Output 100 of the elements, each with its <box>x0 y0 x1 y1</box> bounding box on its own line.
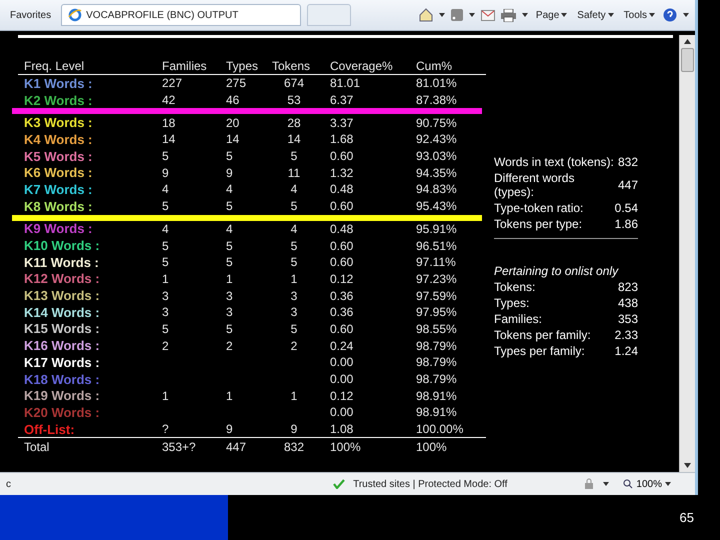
table-cell-text: 18 <box>162 116 176 130</box>
table-cell-text: 4 <box>162 222 170 236</box>
zoom-button[interactable]: 100% <box>617 478 677 490</box>
column-header: Tokens <box>272 59 312 73</box>
table-cell-text: 1 <box>162 388 170 403</box>
stat-value: 1.24 <box>614 344 638 358</box>
table-cell-text: 93.03% <box>416 149 458 164</box>
table-cell-text: 94.83% <box>416 182 458 196</box>
table-cell-text: 9 <box>162 166 170 180</box>
caret-icon <box>665 482 671 486</box>
magnifier-icon <box>623 479 634 489</box>
table-cell-text: 2 <box>290 338 298 353</box>
favorites-label[interactable]: Favorites <box>6 10 56 20</box>
stat-label: Tokens: <box>494 280 536 294</box>
table-cell-text: 3 <box>226 288 234 303</box>
table-cell-text: 95.43% <box>416 199 458 214</box>
home-icon[interactable] <box>418 8 433 22</box>
table-cell-text: 6.37 <box>330 93 354 108</box>
table-cell-text: 53 <box>286 93 302 108</box>
mail-icon[interactable] <box>480 10 495 20</box>
table-cell-text: 14 <box>226 132 240 146</box>
table-cell-text: 0.12 <box>330 272 354 286</box>
table-cell-text: 0.36 <box>330 288 354 303</box>
frequency-level-label: K1 Words : <box>24 76 94 91</box>
frequency-level-label: K14 Words : <box>24 304 101 320</box>
print-icon[interactable] <box>500 8 516 22</box>
table-cell-text: 5 <box>290 238 298 253</box>
table-cell-text: 1 <box>290 388 298 403</box>
table-cell-text: 3 <box>290 305 298 320</box>
stat-label: Types per family: <box>494 344 585 358</box>
table-cell-text: 81.01% <box>416 76 458 90</box>
frequency-level-label: K2 Words : <box>24 92 94 108</box>
caret-icon <box>468 13 475 17</box>
column-header: Cum% <box>416 59 454 73</box>
table-cell-text: 1 <box>226 388 234 403</box>
table-cell-text: 447 <box>226 440 248 454</box>
table-cell-text: 98.79% <box>416 372 458 386</box>
browser-tab[interactable]: VOCABPROFILE (BNC) OUTPUT <box>61 4 302 26</box>
caret-icon <box>603 482 610 486</box>
stat-label: Type-token ratio: <box>494 201 584 215</box>
table-cell-text: 100% <box>416 440 448 454</box>
table-cell-text: 3.37 <box>330 116 354 130</box>
frequency-level-label: K13 Words : <box>24 288 101 304</box>
caret-icon <box>561 13 568 17</box>
check-icon <box>333 479 346 489</box>
frequency-level-label: K5 Words : <box>24 148 94 164</box>
toolbar-menu[interactable]: Safety <box>575 10 616 20</box>
frequency-level-label: K7 Words : <box>24 182 94 197</box>
frequency-level-label: K18 Words : <box>24 372 101 387</box>
table-cell-text: 11 <box>286 166 302 180</box>
table-cell-text: 674 <box>282 76 306 90</box>
table-cell-text: 0.24 <box>330 338 354 353</box>
table-cell-text: 0.12 <box>330 388 354 403</box>
table-cell-text: 0.48 <box>330 222 354 236</box>
slide-number: 65 <box>680 510 694 525</box>
table-cell-text: 5 <box>226 238 234 253</box>
table-cell-text: 100.00% <box>416 422 464 436</box>
scroll-up-icon[interactable] <box>684 39 691 44</box>
lock-icon[interactable] <box>583 478 596 490</box>
table-cell-text: 0.36 <box>330 305 354 320</box>
scroll-down-icon[interactable] <box>684 463 691 468</box>
table-cell-text: 4 <box>226 182 234 196</box>
status-text: c <box>6 478 11 490</box>
browser-logo-icon <box>68 8 82 22</box>
onlist-heading: Pertaining to onlist only <box>494 263 620 279</box>
table-cell-text: 3 <box>226 305 234 320</box>
toolbar-menu[interactable]: Page <box>534 10 570 20</box>
help-icon[interactable] <box>663 8 677 22</box>
scroll-thumb[interactable] <box>681 48 694 72</box>
toolbar-menu[interactable]: Tools <box>622 10 657 20</box>
table-cell-text: 0.60 <box>330 149 354 164</box>
table-cell-text: 4 <box>290 182 298 196</box>
table-cell-text: 2 <box>226 338 234 353</box>
frequency-level-label: K4 Words : <box>24 132 94 147</box>
table-cell-text: 275 <box>226 76 248 90</box>
stat-value: 0.54 <box>614 201 638 215</box>
table-cell-text: 4 <box>290 222 298 236</box>
scrollbar[interactable] <box>679 35 695 472</box>
table-cell-text: 1 <box>162 272 170 286</box>
table-cell-text: 1 <box>226 272 234 286</box>
table-cell-text: 4 <box>162 182 170 196</box>
frequency-level-label: K15 Words : <box>24 321 101 336</box>
stat-value: 832 <box>618 155 638 169</box>
frequency-level-label: K10 Words : <box>24 238 101 254</box>
caret-icon <box>438 13 445 17</box>
table-cell-text: 92.43% <box>416 132 458 146</box>
table-cell-text: 3 <box>162 305 170 320</box>
table-cell-text: 20 <box>226 116 240 130</box>
stat-label: Tokens per type: <box>494 217 582 231</box>
stat-value: 353 <box>618 312 638 326</box>
table-cell-text: 5 <box>290 255 298 270</box>
table-cell-text: 0.60 <box>330 238 354 253</box>
table-cell-text: 1 <box>290 272 298 286</box>
stat-label: Families: <box>494 312 542 326</box>
caret-icon <box>608 13 614 17</box>
table-cell-text: 0.48 <box>330 182 354 196</box>
table-cell-text: 4 <box>226 222 234 236</box>
table-cell-text: 28 <box>286 116 302 130</box>
frequency-level-label: K8 Words : <box>24 198 94 214</box>
table-cell-text: 81.01 <box>330 76 362 90</box>
